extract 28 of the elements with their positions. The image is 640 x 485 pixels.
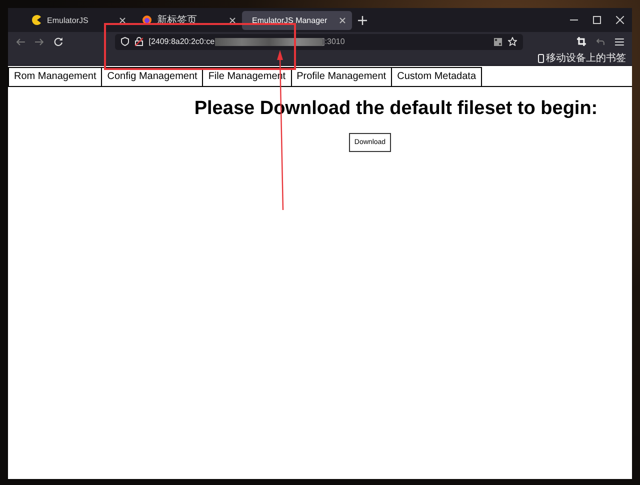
crop-icon[interactable] xyxy=(577,37,586,46)
pacman-icon xyxy=(32,15,42,25)
url-text: [2409:8a20:2c0:ce xyxy=(148,37,215,46)
phone-icon xyxy=(538,54,544,62)
tab-title: EmulatorJS xyxy=(47,16,90,24)
maximize-icon[interactable] xyxy=(593,16,601,24)
forward-arrow-icon[interactable] xyxy=(34,38,44,46)
browser-tab[interactable]: EmulatorJS Manager xyxy=(242,10,352,30)
lock-warning-icon xyxy=(134,37,143,46)
close-icon[interactable] xyxy=(119,16,126,24)
qr-code-icon[interactable] xyxy=(494,38,502,46)
shield-icon xyxy=(120,37,129,46)
menu-icon[interactable] xyxy=(615,38,624,46)
url-port: ]:3010 xyxy=(322,37,345,46)
fox-icon xyxy=(142,15,152,25)
nav-tab[interactable]: Rom Management xyxy=(8,67,102,86)
close-icon[interactable] xyxy=(339,16,346,24)
close-icon[interactable] xyxy=(616,16,624,24)
tab-title: EmulatorJS Manager xyxy=(252,16,328,24)
nav-tab[interactable]: Custom Metadata xyxy=(391,67,482,86)
reload-icon[interactable] xyxy=(54,37,63,46)
plus-icon[interactable] xyxy=(358,16,367,24)
undo-arrow-icon[interactable] xyxy=(596,38,606,46)
close-icon[interactable] xyxy=(229,16,236,24)
address-bar[interactable]: [2409:8a20:2c0:ce ]:3010 xyxy=(114,34,524,50)
browser-tab[interactable]: EmulatorJS xyxy=(22,10,132,30)
star-icon[interactable] xyxy=(508,37,518,46)
back-arrow-icon[interactable] xyxy=(16,38,25,46)
